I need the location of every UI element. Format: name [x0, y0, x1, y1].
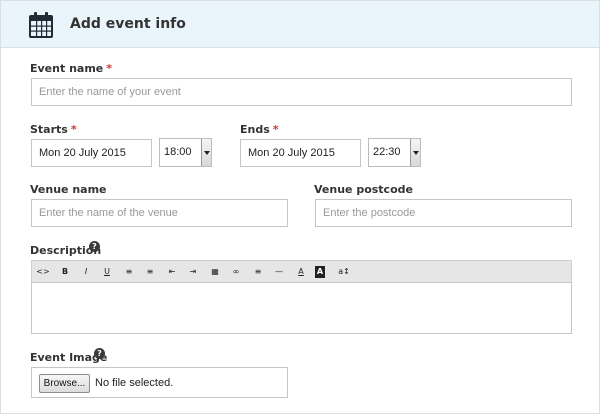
indent-icon[interactable]: ⇥ [184, 264, 202, 280]
end-time-select[interactable]: 22:30 [368, 138, 421, 167]
link-icon[interactable]: ∞ [227, 264, 245, 280]
align-icon[interactable]: ≡ [249, 264, 267, 280]
add-event-panel: Add event info Event name * Enter the nam… [0, 0, 600, 414]
start-date-input[interactable]: Mon 20 July 2015 [31, 139, 152, 167]
starts-label-text: Starts [30, 123, 68, 136]
font-size-icon[interactable]: a↕ [335, 264, 353, 280]
calendar-icon [29, 12, 53, 38]
ends-label-text: Ends [240, 123, 270, 136]
underline-icon[interactable]: U [98, 264, 116, 280]
panel-header: Add event info [1, 1, 599, 48]
help-icon[interactable]: ? [89, 241, 100, 252]
background-color-icon[interactable]: A [315, 266, 325, 278]
editor-toolbar: <> B I U ≡ ≡ ⇤ ⇥ ▦ ∞ ≡ — A A a↕ [31, 260, 572, 282]
bold-icon[interactable]: B [56, 264, 74, 280]
page-title: Add event info [70, 16, 186, 32]
ends-label: Ends * [240, 123, 279, 136]
chevron-down-icon[interactable] [201, 139, 211, 166]
image-icon[interactable]: ▦ [206, 264, 224, 280]
italic-icon[interactable]: I [77, 264, 95, 280]
required-mark: * [106, 62, 113, 75]
end-date-input[interactable]: Mon 20 July 2015 [240, 139, 361, 167]
venue-postcode-label: Venue postcode [314, 183, 413, 196]
browse-button[interactable]: Browse... [39, 374, 90, 393]
font-color-icon[interactable]: A [292, 264, 310, 280]
file-status: No file selected. [95, 377, 174, 389]
venue-postcode-input[interactable]: Enter the postcode [315, 199, 572, 227]
required-mark: * [70, 123, 77, 136]
html-source-icon[interactable]: <> [34, 264, 52, 280]
end-time-value: 22:30 [373, 146, 401, 158]
event-name-input[interactable]: Enter the name of your event [31, 78, 572, 106]
ordered-list-icon[interactable]: ≡ [141, 264, 159, 280]
file-upload-field: Browse... No file selected. [31, 367, 288, 398]
required-mark: * [272, 123, 279, 136]
venue-name-input[interactable]: Enter the name of the venue [31, 199, 288, 227]
event-name-label-text: Event name [30, 62, 104, 75]
help-icon[interactable]: ? [94, 348, 105, 359]
starts-label: Starts * [30, 123, 77, 136]
start-time-value: 18:00 [164, 146, 192, 158]
chevron-down-icon[interactable] [410, 139, 420, 166]
event-name-label: Event name * [30, 62, 112, 75]
description-editor[interactable] [31, 282, 572, 334]
venue-name-label: Venue name [30, 183, 107, 196]
start-time-select[interactable]: 18:00 [159, 138, 212, 167]
outdent-icon[interactable]: ⇤ [163, 264, 181, 280]
horizontal-rule-icon[interactable]: — [270, 264, 288, 280]
unordered-list-icon[interactable]: ≡ [120, 264, 138, 280]
